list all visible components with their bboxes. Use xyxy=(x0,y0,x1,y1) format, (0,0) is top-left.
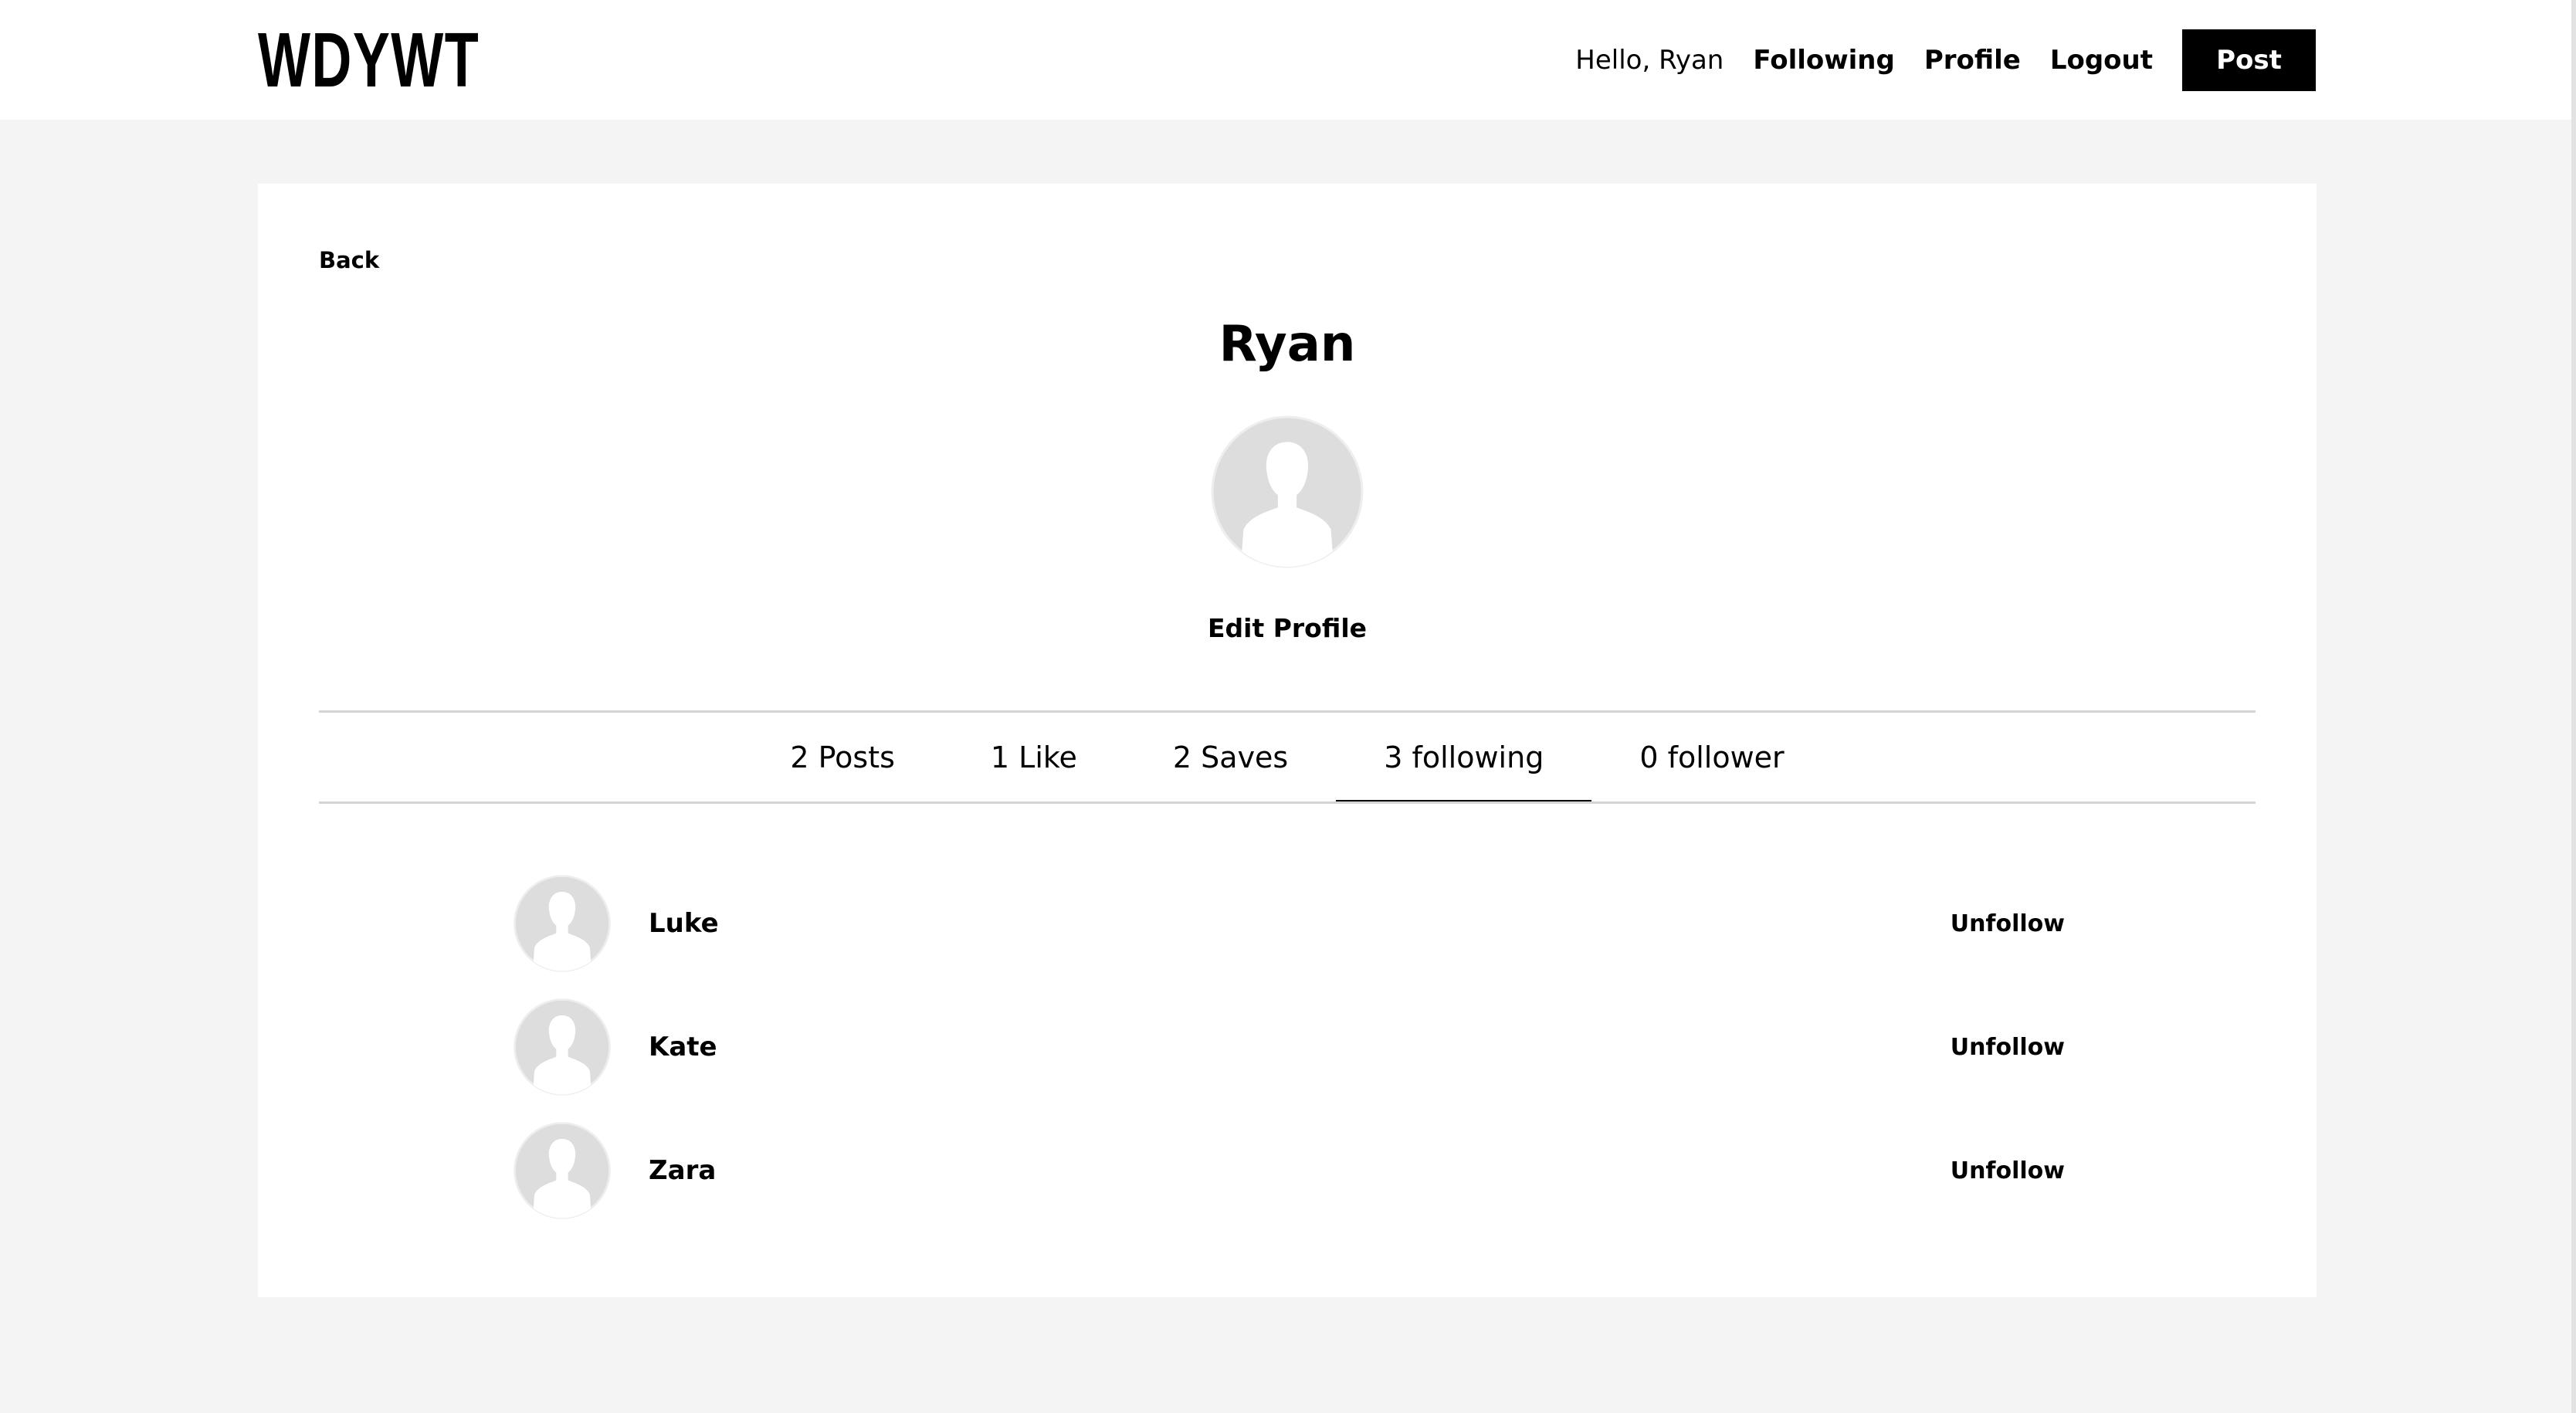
following-username[interactable]: Zara xyxy=(649,1155,716,1186)
user-silhouette-icon[interactable] xyxy=(513,998,612,1096)
tab-posts[interactable]: 2 Posts xyxy=(742,713,943,801)
unfollow-button[interactable]: Unfollow xyxy=(1951,1157,2065,1184)
profile-username: Ryan xyxy=(1219,316,1356,373)
unfollow-button[interactable]: Unfollow xyxy=(1951,1034,2065,1061)
header-nav: Hello, Ryan Following Profile Logout Pos… xyxy=(1575,29,2316,91)
tab-followers[interactable]: 0 follower xyxy=(1591,713,1832,801)
tabs-bottom-divider xyxy=(319,801,2256,804)
top-navigation-bar: WDYWT Hello, Ryan Following Profile Logo… xyxy=(0,0,2576,120)
profile-tabs: 2 Posts 1 Like 2 Saves 3 following 0 fol… xyxy=(258,713,2317,804)
following-username[interactable]: Kate xyxy=(649,1032,717,1062)
user-silhouette-icon[interactable] xyxy=(513,1121,612,1220)
nav-logout-link[interactable]: Logout xyxy=(2050,45,2153,76)
profile-avatar xyxy=(1209,414,1365,570)
user-silhouette-icon xyxy=(1211,415,1364,568)
tab-following[interactable]: 3 following xyxy=(1336,713,1592,804)
list-item: Luke Unfollow xyxy=(513,862,2065,985)
list-item: Kate Unfollow xyxy=(513,985,2065,1109)
unfollow-button[interactable]: Unfollow xyxy=(1951,910,2065,937)
post-button[interactable]: Post xyxy=(2182,29,2316,91)
edit-profile-link[interactable]: Edit Profile xyxy=(258,613,2317,643)
tab-saves[interactable]: 2 Saves xyxy=(1125,713,1336,801)
user-silhouette-icon[interactable] xyxy=(513,874,612,973)
nav-profile-link[interactable]: Profile xyxy=(1924,45,2021,76)
greeting-text: Hello, Ryan xyxy=(1575,45,1724,76)
list-item: Zara Unfollow xyxy=(513,1109,2065,1232)
nav-following-link[interactable]: Following xyxy=(1753,45,1894,76)
profile-card: Back Ryan Edit Profile 2 Posts 1 Like 2 … xyxy=(258,184,2317,1297)
window-scrollbar[interactable] xyxy=(2571,0,2576,1413)
back-link[interactable]: Back xyxy=(319,247,379,273)
following-list: Luke Unfollow Kate Unfollow Zara Unfollo… xyxy=(513,862,2065,1232)
tab-likes[interactable]: 1 Like xyxy=(943,713,1125,801)
site-logo[interactable]: WDYWT xyxy=(258,22,480,99)
following-username[interactable]: Luke xyxy=(649,908,719,939)
